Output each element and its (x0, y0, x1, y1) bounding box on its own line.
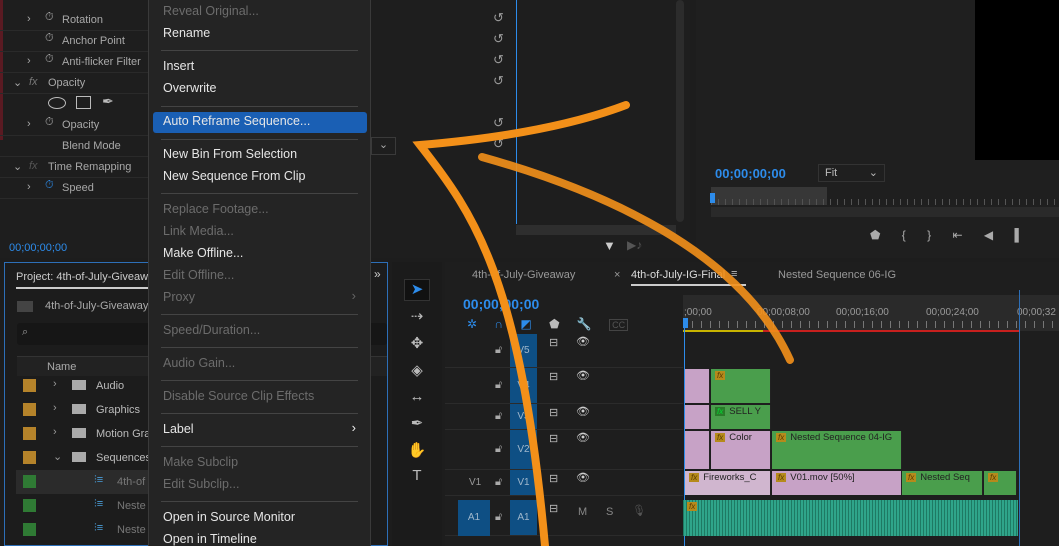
annotation-arrow (412, 101, 794, 546)
arrow-tail-stroke (478, 153, 794, 364)
